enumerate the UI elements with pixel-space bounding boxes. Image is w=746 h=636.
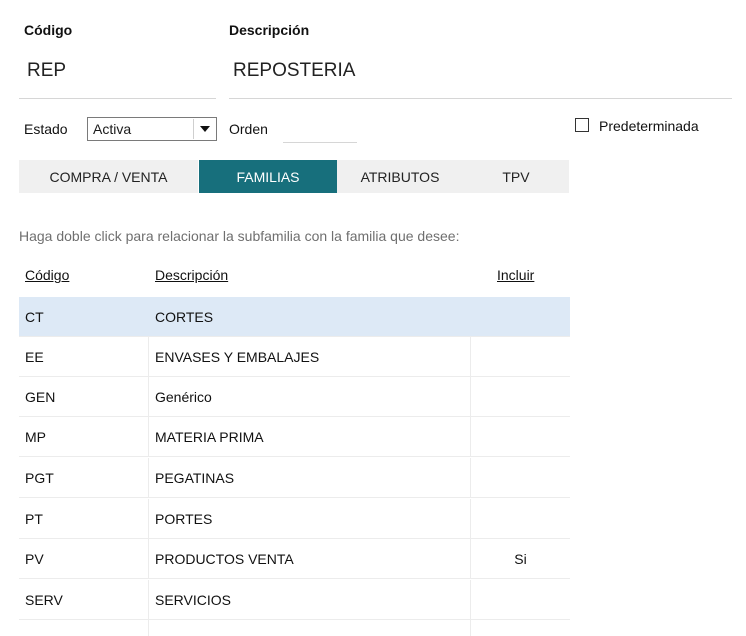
table-row[interactable]: CT CORTES xyxy=(19,297,570,337)
cell-descripcion: PORTES xyxy=(149,499,471,539)
tab-atributos[interactable]: ATRIBUTOS xyxy=(337,160,463,193)
hint-text: Haga doble click para relacionar la subf… xyxy=(19,228,460,244)
cell-incluir xyxy=(471,417,570,457)
cell-codigo: CT xyxy=(25,309,44,325)
table-row-empty xyxy=(19,620,570,636)
cell-empty xyxy=(19,620,149,636)
tab-familias[interactable]: FAMILIAS xyxy=(199,160,337,193)
table-row[interactable]: MP MATERIA PRIMA xyxy=(19,417,570,457)
table-row[interactable]: GEN Genérico xyxy=(19,377,570,417)
orden-field[interactable] xyxy=(283,121,357,141)
header-codigo[interactable]: Código xyxy=(25,267,69,283)
codigo-underline xyxy=(19,98,216,99)
descripcion-label: Descripción xyxy=(229,22,310,38)
tab-compra-venta[interactable]: COMPRA / VENTA xyxy=(19,160,198,193)
cell-codigo: MP xyxy=(19,417,149,457)
descripcion-field[interactable]: REPOSTERIA xyxy=(233,60,355,82)
table-row[interactable]: PV PRODUCTOS VENTA Si xyxy=(19,539,570,579)
cell-descripcion: MATERIA PRIMA xyxy=(149,417,471,457)
cell-descripcion: Genérico xyxy=(149,377,471,417)
cell-descripcion: SERVICIOS xyxy=(149,580,471,620)
cell-codigo: PV xyxy=(19,539,149,579)
table-row[interactable]: PT PORTES xyxy=(19,499,570,539)
estado-value: Activa xyxy=(93,121,132,137)
table-row[interactable]: EE ENVASES Y EMBALAJES xyxy=(19,337,570,377)
cell-incluir xyxy=(471,580,570,620)
predeterminada-checkbox[interactable] xyxy=(575,118,589,132)
cell-empty xyxy=(149,620,471,636)
cell-codigo: PT xyxy=(19,499,149,539)
cell-incluir xyxy=(471,337,570,377)
cell-codigo: SERV xyxy=(19,580,149,620)
cell-incluir xyxy=(471,377,570,417)
codigo-label: Código xyxy=(24,22,73,38)
header-descripcion[interactable]: Descripción xyxy=(155,267,228,283)
orden-underline xyxy=(283,142,357,143)
cell-codigo: PGT xyxy=(19,458,149,498)
predeterminada-label: Predeterminada xyxy=(599,118,699,134)
cell-codigo: GEN xyxy=(19,377,149,417)
table-row[interactable]: SERV SERVICIOS xyxy=(19,580,570,620)
estado-select[interactable]: Activa xyxy=(87,117,217,141)
codigo-field[interactable]: REP xyxy=(27,60,66,82)
table-row[interactable]: PGT PEGATINAS xyxy=(19,458,570,498)
tab-tpv[interactable]: TPV xyxy=(463,160,569,193)
chevron-down-icon[interactable] xyxy=(193,119,215,139)
orden-label: Orden xyxy=(229,121,268,137)
cell-incluir xyxy=(471,458,570,498)
cell-descripcion: PRODUCTOS VENTA xyxy=(149,539,471,579)
cell-descripcion: CORTES xyxy=(155,309,214,325)
estado-label: Estado xyxy=(24,121,68,137)
cell-incluir xyxy=(471,499,570,539)
cell-codigo: EE xyxy=(19,337,149,377)
descripcion-underline xyxy=(229,98,732,99)
header-incluir[interactable]: Incluir xyxy=(497,267,534,283)
cell-descripcion: ENVASES Y EMBALAJES xyxy=(149,337,471,377)
cell-incluir: Si xyxy=(514,551,527,567)
cell-incluir xyxy=(471,297,570,337)
cell-descripcion: PEGATINAS xyxy=(149,458,471,498)
